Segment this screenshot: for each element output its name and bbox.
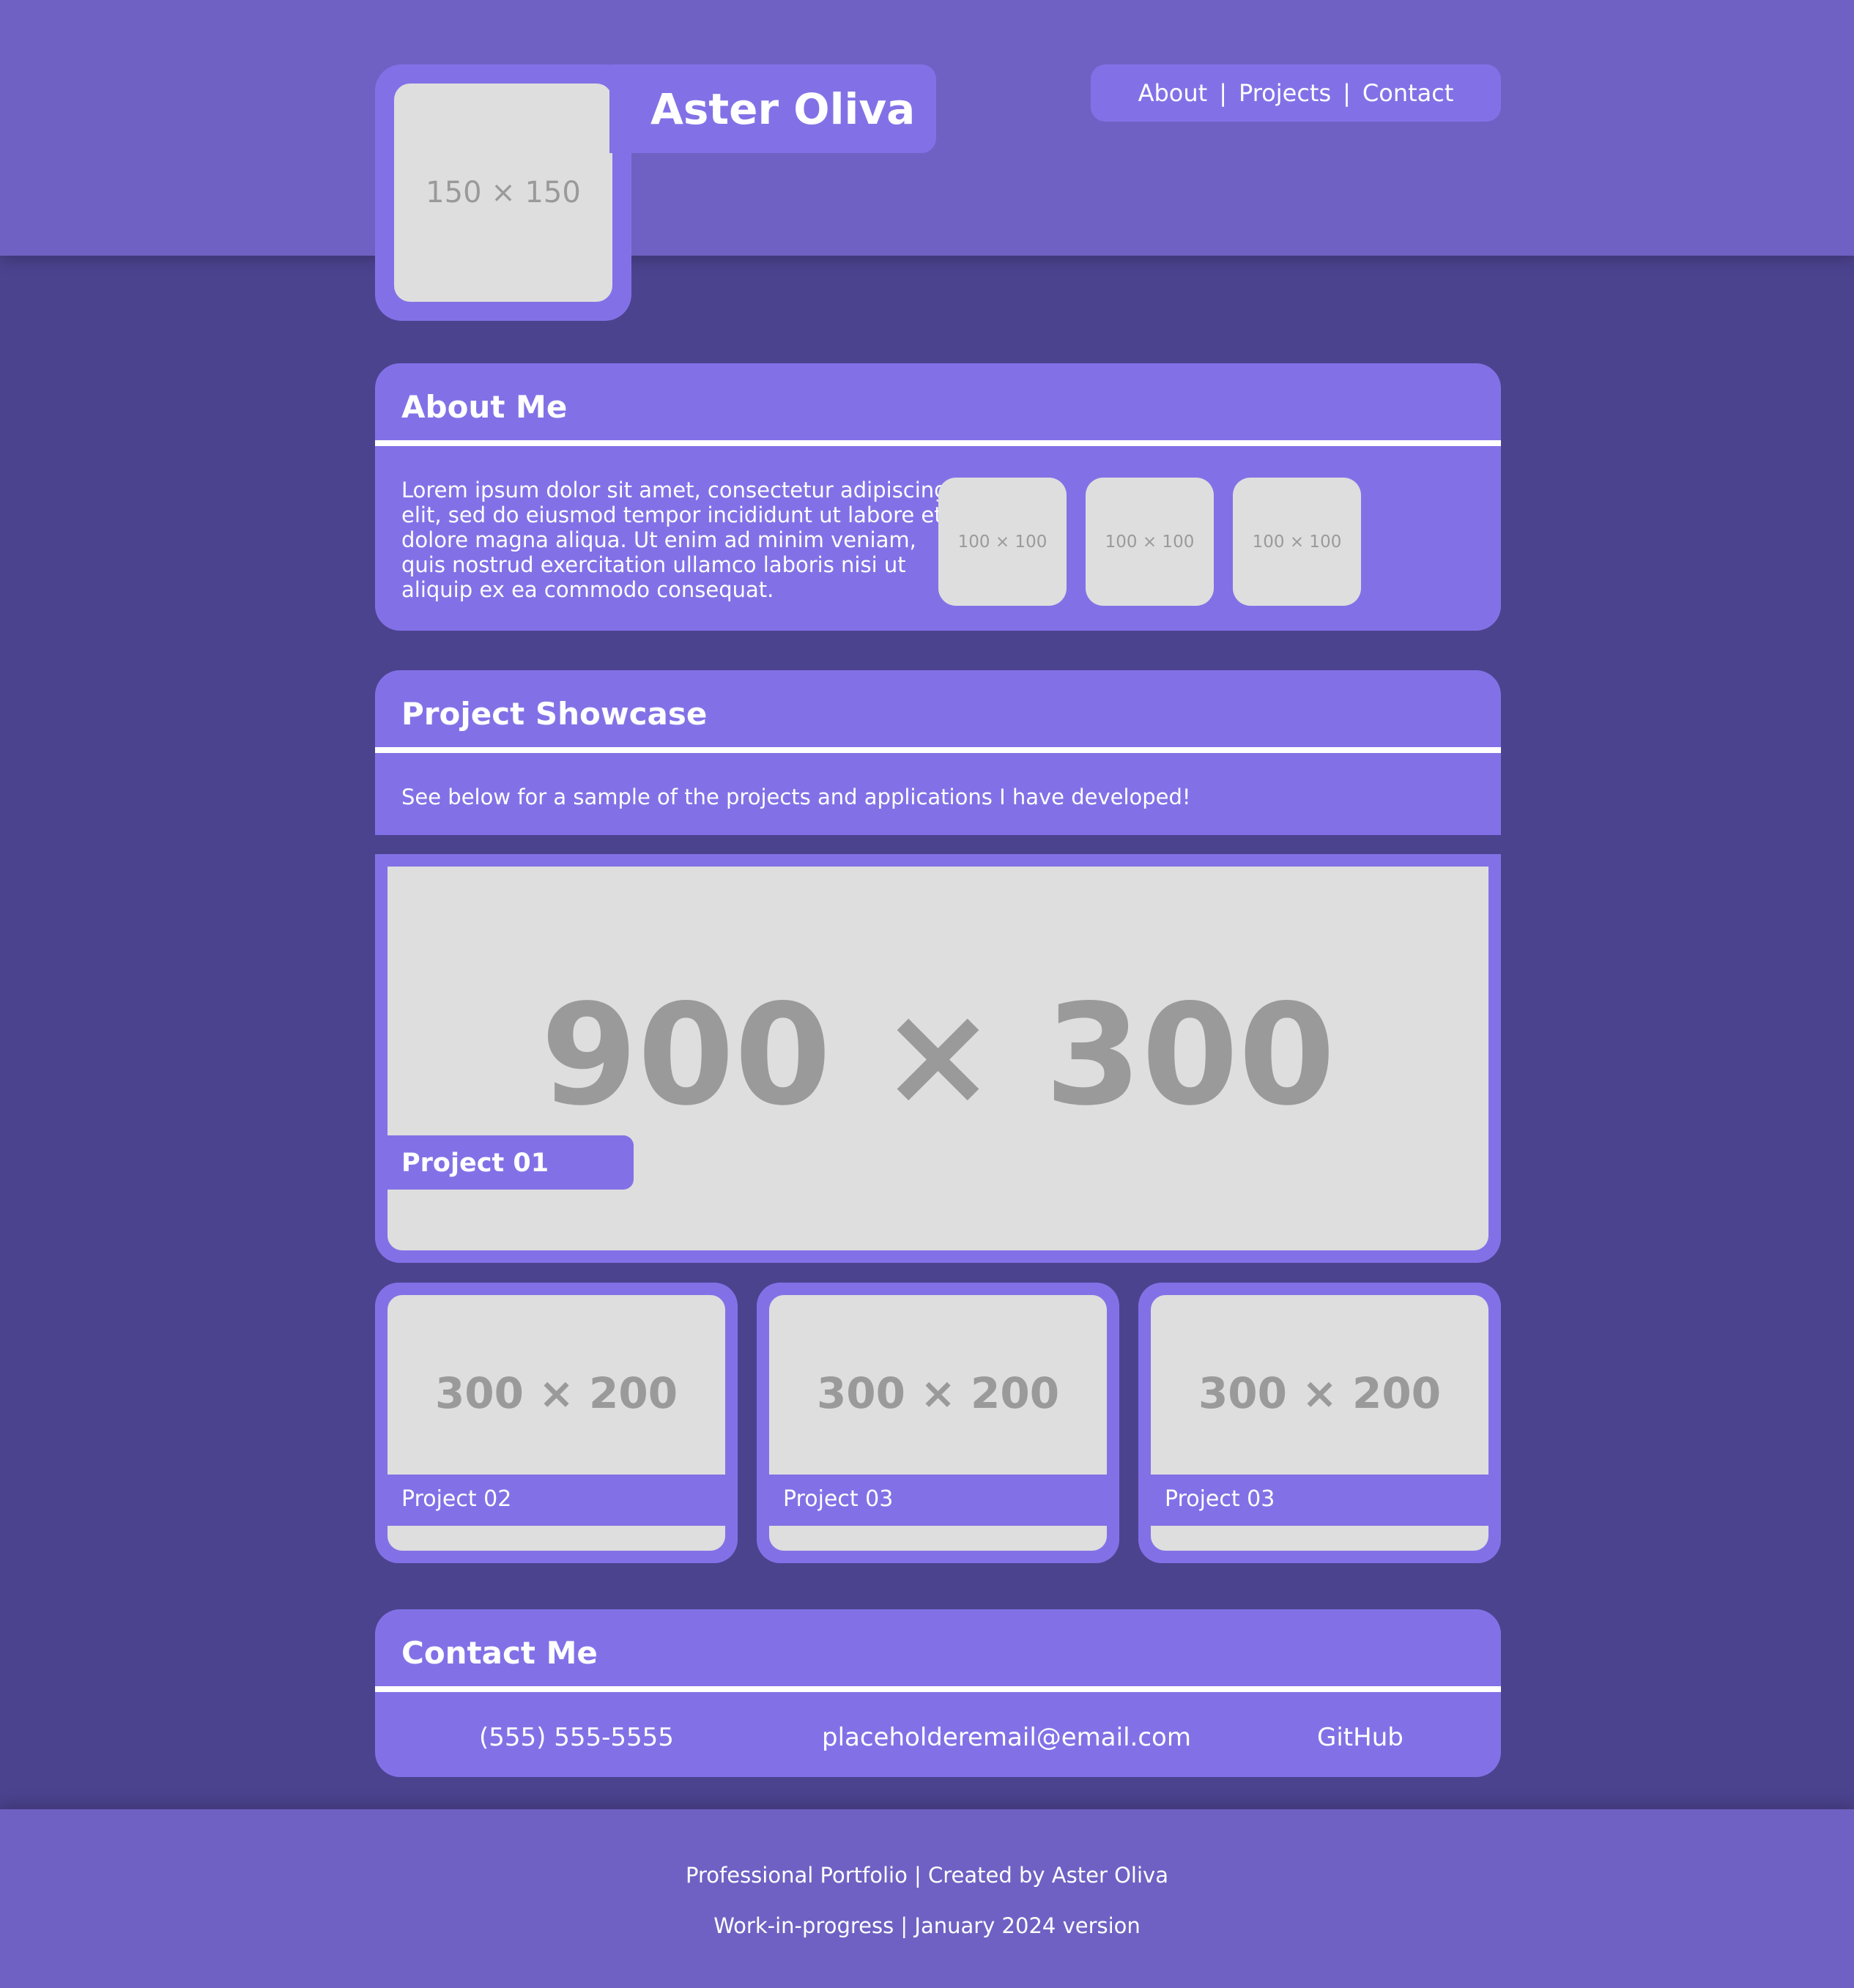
featured-project-image-label: 900 × 300 [541,973,1335,1136]
about-text-line: aliquip ex ea commodo consequat. [401,577,774,602]
project-card-caption-bar: Project 02 [388,1475,725,1526]
about-text-line: elit, sed do eiusmod tempor incididunt u… [401,502,943,527]
about-divider [375,440,1501,446]
about-text-line: Lorem ipsum dolor sit amet, consectetur … [401,478,948,502]
nav-link-contact[interactable]: Contact [1362,79,1454,107]
contact-heading: Contact Me [401,1635,598,1671]
contact-divider [375,1686,1501,1692]
about-thumbnail-label: 100 × 100 [957,532,1047,552]
about-section: About Me Lorem ipsum dolor sit amet, con… [375,363,1501,631]
contact-section: Contact Me (555) 555-5555 placeholderema… [375,1609,1501,1777]
footer-version: Work-in-progress | January 2024 version [713,1913,1141,1938]
project-card-image-label: 300 × 200 [434,1368,678,1418]
about-heading: About Me [401,389,568,425]
project-card-caption: Project 03 [783,1486,894,1512]
contact-phone-link[interactable]: (555) 555-5555 [479,1719,674,1756]
projects-heading: Project Showcase [401,696,708,732]
projects-intro: See below for a sample of the projects a… [401,785,1191,809]
featured-project-card[interactable]: 900 × 300 Project 01 [375,854,1501,1263]
about-thumbnail: 100 × 100 [1086,478,1214,606]
about-thumbnail-label: 100 × 100 [1252,532,1342,552]
site-title: Aster Oliva [650,84,916,134]
projects-section: Project Showcase See below for a sample … [375,670,1501,835]
project-card-image-label: 300 × 200 [1198,1368,1442,1418]
project-card-image-label: 300 × 200 [816,1368,1060,1418]
nav-link-projects[interactable]: Projects [1239,79,1331,107]
project-card[interactable]: 300 × 200 Project 03 [757,1283,1119,1563]
project-card[interactable]: 300 × 200 Project 03 [1138,1283,1501,1563]
avatar-image-label: 150 × 150 [426,176,581,209]
name-tab: Aster Oliva [609,64,936,153]
about-text-line: dolore magna aliqua. Ut enim ad minim ve… [401,527,916,552]
contact-github-link[interactable]: GitHub [1317,1719,1404,1756]
contact-email-link[interactable]: placeholderemail@email.com [822,1719,1191,1756]
project-card-caption-bar: Project 03 [1151,1475,1488,1526]
featured-project-caption: Project 01 [401,1149,549,1178]
featured-project-image: 900 × 300 [388,867,1488,1250]
project-card[interactable]: 300 × 200 Project 02 [375,1283,738,1563]
nav-bar: About | Projects | Contact [1091,64,1501,122]
nav-link-about[interactable]: About [1138,79,1208,107]
about-thumbnail-label: 100 × 100 [1105,532,1195,552]
about-text-line: quis nostrud exercitation ullamco labori… [401,552,906,577]
project-card-caption-bar: Project 03 [769,1475,1107,1526]
site-footer: Professional Portfolio | Created by Aste… [0,1809,1854,1988]
project-card-caption: Project 02 [401,1486,512,1512]
avatar-image: 150 × 150 [394,84,612,302]
nav-separator: | [1219,79,1227,107]
projects-divider [375,747,1501,753]
avatar-frame: 150 × 150 [375,64,631,321]
footer-credits: Professional Portfolio | Created by Aste… [686,1863,1168,1888]
about-text: Lorem ipsum dolor sit amet, consectetur … [401,478,948,602]
project-card-caption: Project 03 [1165,1486,1275,1512]
contact-links: (555) 555-5555 placeholderemail@email.co… [375,1719,1501,1756]
about-thumbnail: 100 × 100 [938,478,1067,606]
about-thumbnail: 100 × 100 [1233,478,1361,606]
nav-separator: | [1343,79,1351,107]
featured-project-caption-tab: Project 01 [388,1135,634,1190]
